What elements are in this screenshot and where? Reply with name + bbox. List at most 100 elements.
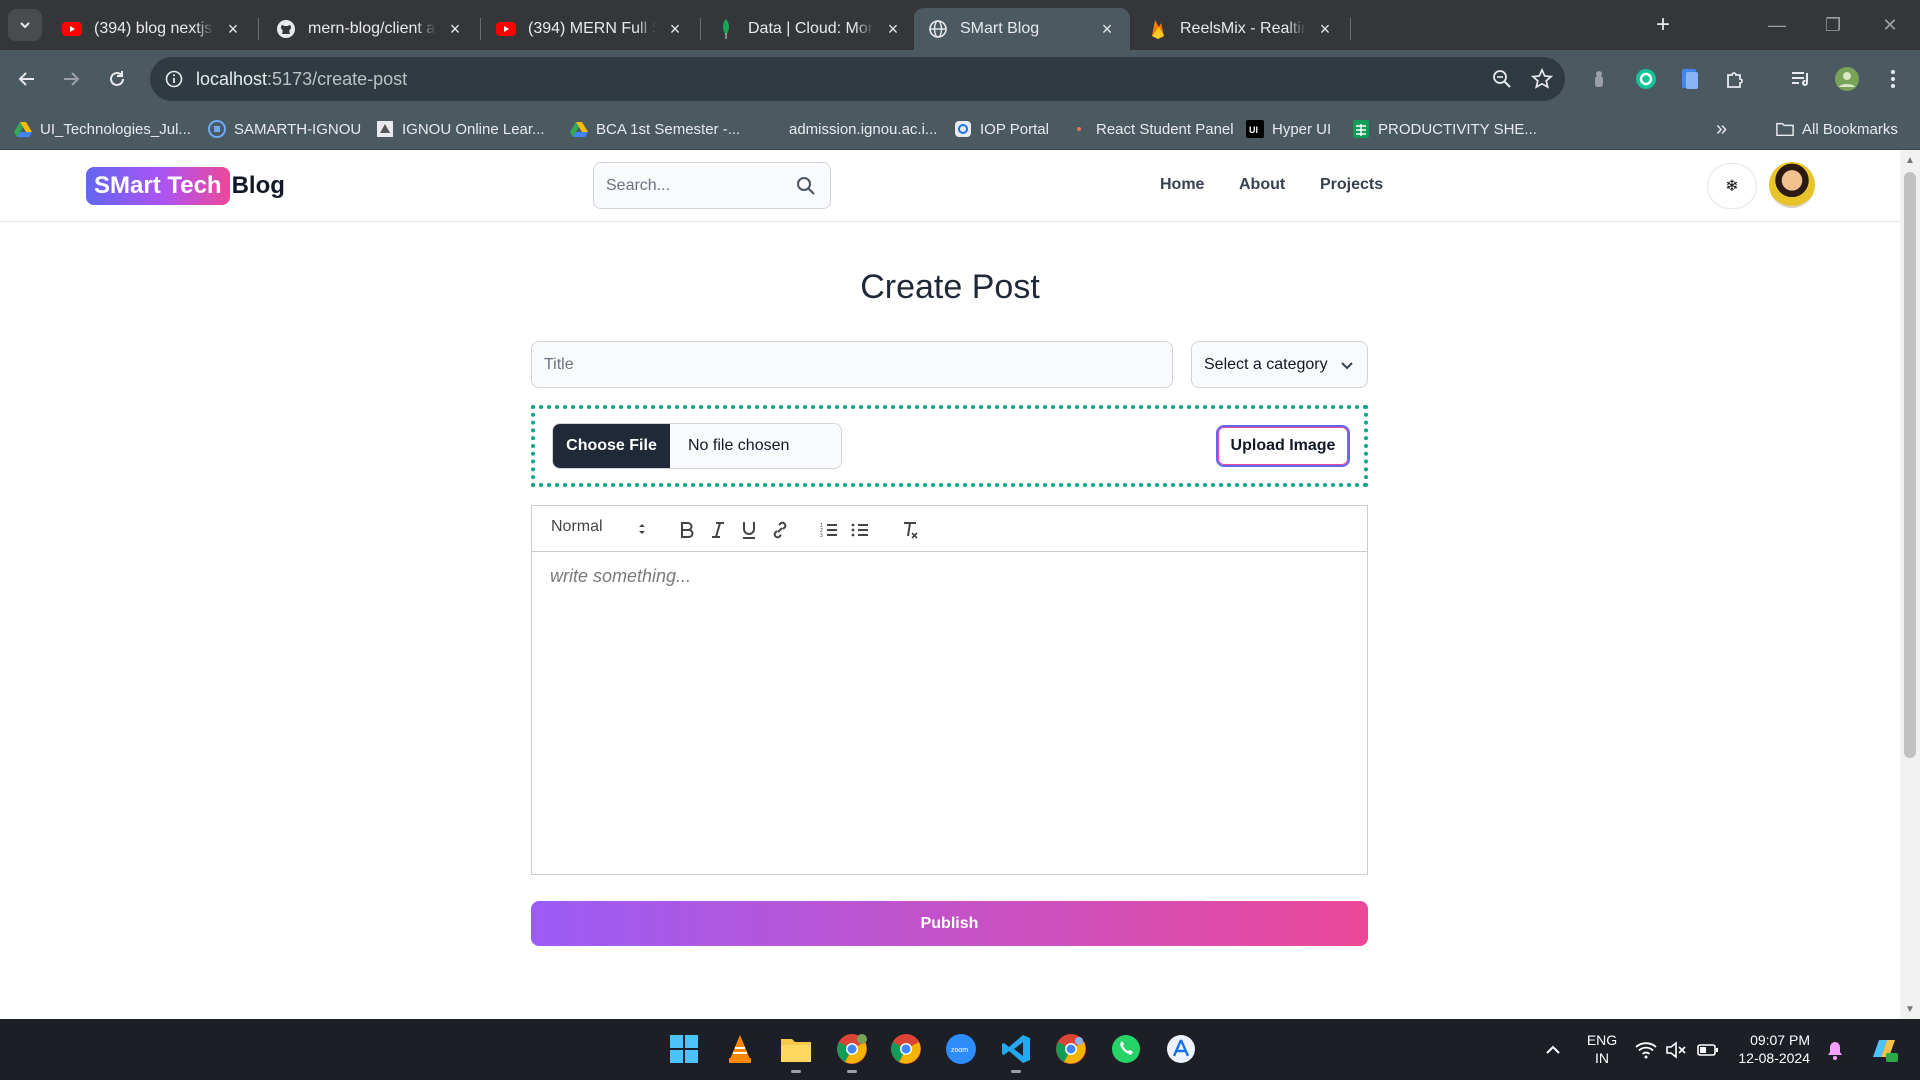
file-explorer-icon[interactable] xyxy=(778,1031,814,1073)
vscode-icon[interactable] xyxy=(998,1031,1034,1073)
minimize-icon[interactable]: — xyxy=(1764,12,1790,38)
ordered-list-icon[interactable]: 123 xyxy=(817,518,841,542)
whatsapp-icon[interactable] xyxy=(1108,1031,1144,1067)
running-indicator xyxy=(791,1070,801,1073)
format-picker[interactable]: Normal xyxy=(551,518,647,540)
page-title: Create Post xyxy=(860,268,1040,306)
app-store-icon[interactable] xyxy=(1163,1031,1199,1067)
scroll-thumb[interactable] xyxy=(1904,172,1916,758)
tab-smart-blog-active[interactable]: SMart Blog × xyxy=(914,8,1130,50)
window-close-icon[interactable]: ✕ xyxy=(1877,12,1903,38)
bookmark-react-student[interactable]: React Student Panel xyxy=(1070,118,1234,140)
scroll-up-icon[interactable]: ▲ xyxy=(1904,154,1916,166)
search-icon[interactable] xyxy=(796,176,816,196)
extension-icon[interactable] xyxy=(1586,66,1612,92)
bookmark-admission[interactable]: admission.ignou.ac.i... xyxy=(789,118,937,140)
chrome-alt-icon[interactable] xyxy=(1053,1031,1089,1067)
close-icon[interactable]: × xyxy=(224,19,242,39)
tab-mongodb[interactable]: Data | Cloud: MongoDB Cloud × xyxy=(702,8,916,50)
bookmark-productivity[interactable]: PRODUCTIVITY SHE... xyxy=(1352,118,1537,140)
page-scrollbar[interactable]: ▲ ▼ xyxy=(1900,150,1920,1019)
media-controls-icon[interactable] xyxy=(1788,66,1814,92)
new-tab-button[interactable]: + xyxy=(1650,11,1676,38)
address-bar[interactable]: localhost:5173/create-post xyxy=(150,57,1565,101)
nav-projects[interactable]: Projects xyxy=(1320,176,1383,194)
restore-icon[interactable]: ❐ xyxy=(1820,12,1846,38)
logo-badge: SMart Tech xyxy=(86,167,230,205)
bookmarks-bar: UI_Technologies_Jul... SAMARTH-IGNOU IGN… xyxy=(0,108,1920,150)
clock[interactable]: 09:07 PM 12-08-2024 xyxy=(1730,1031,1810,1067)
close-icon[interactable]: × xyxy=(446,19,464,39)
bookmark-hyper-ui[interactable]: UI Hyper UI xyxy=(1246,118,1331,140)
browser-menu-icon[interactable] xyxy=(1880,66,1906,92)
file-input[interactable]: Choose File No file chosen xyxy=(552,423,842,469)
upload-image-button[interactable]: Upload Image xyxy=(1216,425,1350,467)
zoom-icon[interactable] xyxy=(1490,67,1514,91)
publish-button[interactable]: Publish xyxy=(531,901,1368,946)
bookmark-iop[interactable]: IOP Portal xyxy=(954,118,1049,140)
back-icon[interactable] xyxy=(12,64,42,94)
docs-extension-icon[interactable] xyxy=(1677,66,1703,92)
close-icon[interactable]: × xyxy=(1098,19,1116,39)
theme-toggle-button[interactable]: ❄ xyxy=(1707,163,1757,209)
windows-start-icon[interactable] xyxy=(666,1031,702,1067)
volume-muted-icon[interactable] xyxy=(1665,1039,1687,1061)
tab-separator xyxy=(1350,18,1351,40)
category-select[interactable]: Select a category xyxy=(1191,341,1368,388)
tab-search-button[interactable] xyxy=(8,9,42,41)
zoom-app-icon[interactable]: zoom xyxy=(943,1031,979,1067)
clear-format-icon[interactable] xyxy=(898,518,922,542)
bookmark-samarth[interactable]: SAMARTH-IGNOU xyxy=(208,118,361,140)
choose-file-button[interactable]: Choose File xyxy=(553,424,670,468)
link-icon[interactable] xyxy=(768,518,792,542)
post-title-input[interactable] xyxy=(531,341,1173,388)
tab-github[interactable]: mern-blog/client at main · × xyxy=(262,8,478,50)
puzzle-extensions-icon[interactable] xyxy=(1722,66,1748,92)
profile-avatar-icon[interactable] xyxy=(1834,66,1860,92)
wifi-icon[interactable] xyxy=(1635,1039,1657,1061)
bookmark-ui-technologies[interactable]: UI_Technologies_Jul... xyxy=(14,118,191,140)
bullet-list-icon[interactable] xyxy=(848,518,872,542)
site-logo[interactable]: SMart Tech Blog xyxy=(86,167,285,205)
tab-title: (394) blog nextjs - YouTube xyxy=(94,20,214,37)
language-indicator[interactable]: ENG IN xyxy=(1584,1031,1620,1067)
clock-time: 09:07 PM xyxy=(1750,1032,1810,1048)
bookmark-star-icon[interactable] xyxy=(1530,67,1554,91)
vlc-icon[interactable] xyxy=(722,1031,758,1067)
battery-icon[interactable] xyxy=(1697,1039,1719,1061)
tab-youtube-mern[interactable]: (394) MERN Full Stack Project × xyxy=(482,8,698,50)
close-icon[interactable]: × xyxy=(1316,19,1334,39)
more-bookmarks-icon[interactable]: » xyxy=(1716,118,1727,140)
close-icon[interactable]: × xyxy=(884,19,902,39)
search-input[interactable] xyxy=(606,175,786,197)
italic-icon[interactable] xyxy=(706,518,730,542)
nav-about[interactable]: About xyxy=(1239,176,1285,194)
bookmark-bca[interactable]: BCA 1st Semester -... xyxy=(570,118,740,140)
url-path: :5173/create-post xyxy=(267,69,408,89)
sheets-icon xyxy=(1352,120,1370,138)
all-bookmarks-button[interactable]: All Bookmarks xyxy=(1776,118,1898,140)
notification-bell-icon[interactable] xyxy=(1824,1039,1846,1061)
chrome-profile-icon[interactable] xyxy=(834,1031,870,1073)
github-icon xyxy=(276,19,296,39)
search-box xyxy=(593,162,831,209)
tab-reelsmix[interactable]: ReelsMix - Realtime Database × xyxy=(1134,8,1348,50)
scroll-down-icon[interactable]: ▼ xyxy=(1904,1003,1916,1015)
bookmark-ignou-online[interactable]: IGNOU Online Lear... xyxy=(376,118,545,140)
bold-icon[interactable] xyxy=(675,518,699,542)
close-icon[interactable]: × xyxy=(666,19,684,39)
copilot-icon[interactable] xyxy=(1868,1034,1900,1066)
tab-youtube-blog[interactable]: (394) blog nextjs - YouTube × xyxy=(48,8,256,50)
underline-icon[interactable] xyxy=(737,518,761,542)
logo-text: Blog xyxy=(231,172,285,199)
reload-icon[interactable] xyxy=(102,64,132,94)
user-avatar[interactable] xyxy=(1769,162,1815,208)
tray-overflow-icon[interactable] xyxy=(1542,1039,1564,1061)
editor-placeholder[interactable]: write something... xyxy=(550,566,691,587)
bookmark-label: IOP Portal xyxy=(980,120,1049,138)
forward-icon[interactable] xyxy=(56,64,86,94)
site-info-icon[interactable] xyxy=(162,67,186,91)
nav-home[interactable]: Home xyxy=(1160,176,1204,194)
grammarly-icon[interactable] xyxy=(1633,66,1659,92)
chrome-icon[interactable] xyxy=(888,1031,924,1067)
